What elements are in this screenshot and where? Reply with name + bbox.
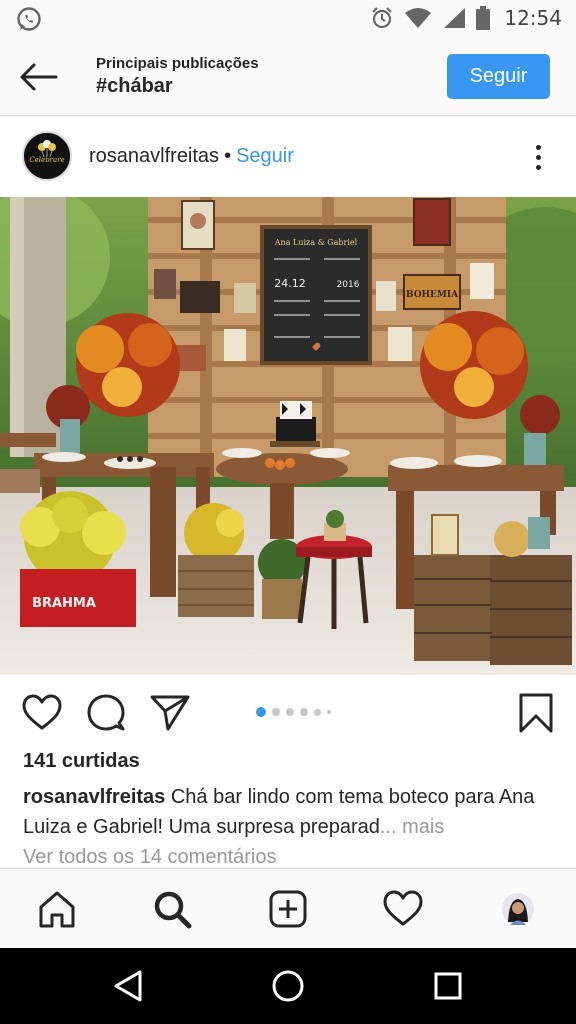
more-dot xyxy=(535,154,541,160)
tab-home[interactable] xyxy=(35,887,79,931)
carousel-dot xyxy=(286,708,294,716)
heart-icon xyxy=(22,694,62,730)
profile-avatar xyxy=(502,893,534,925)
like-button[interactable] xyxy=(22,693,62,733)
app-header: Principais publicações #chábar Seguir xyxy=(0,38,576,116)
post-photo[interactable]: Ana Luiza & Gabriel 24.12 2016 BOHEMIA B… xyxy=(0,197,576,675)
activity-heart-icon xyxy=(383,890,423,926)
carousel-dot xyxy=(327,710,331,714)
post-username[interactable]: rosanavlfreitas xyxy=(89,145,219,168)
post-header: Celebrare rosanavlfreitas • Seguir xyxy=(0,117,576,197)
avatar-logo-text: Celebrare xyxy=(29,156,65,164)
comment-bubble-icon xyxy=(87,694,125,731)
recents-square-icon xyxy=(434,972,462,1000)
save-button[interactable] xyxy=(516,693,556,733)
home-circle-icon xyxy=(272,970,304,1002)
back-triangle-icon xyxy=(114,970,142,1002)
post-actions xyxy=(0,675,576,747)
more-dot xyxy=(535,144,541,150)
carousel-dot xyxy=(300,708,308,716)
carousel-dot xyxy=(272,708,280,716)
hashtag-title: #chábar xyxy=(96,75,173,97)
follow-user-link[interactable]: Seguir xyxy=(236,145,294,168)
more-dot xyxy=(535,164,541,170)
carousel-dot xyxy=(314,708,321,716)
separator-dot: • xyxy=(224,145,232,167)
wifi-icon xyxy=(405,8,432,28)
chalkboard-year: 2016 xyxy=(337,280,360,290)
bookmark-icon xyxy=(519,693,553,733)
chalkboard-title: Ana Luiza & Gabriel xyxy=(274,238,358,247)
back-button[interactable] xyxy=(16,58,60,96)
user-avatar[interactable]: Celebrare xyxy=(22,131,72,181)
system-nav-bar xyxy=(0,948,576,1024)
signal-icon xyxy=(444,8,466,28)
party-table-illustration: Ana Luiza & Gabriel 24.12 2016 BOHEMIA B… xyxy=(0,197,576,675)
whatsapp-icon xyxy=(17,7,41,31)
carousel-indicator xyxy=(256,707,331,717)
caption-username[interactable]: rosanavlfreitas xyxy=(23,786,165,808)
nav-home-button[interactable] xyxy=(266,966,310,1006)
bottom-tab-bar xyxy=(0,868,576,948)
chalkboard-date: 24.12 xyxy=(274,277,306,290)
header-subtitle: Principais publicações xyxy=(96,55,259,72)
tab-search[interactable] xyxy=(150,887,194,931)
status-right: 12:54 xyxy=(370,6,562,30)
likes-count[interactable]: 141 curtidas xyxy=(23,750,140,773)
view-comments-link[interactable]: Ver todos os 14 comentários xyxy=(23,846,276,869)
status-bar: 12:54 xyxy=(0,0,576,38)
post-user-line: rosanavlfreitas • Seguir xyxy=(89,145,294,168)
share-button[interactable] xyxy=(150,693,190,733)
follow-hashtag-button[interactable]: Seguir xyxy=(447,54,550,99)
header-titles: Principais publicações #chábar xyxy=(96,55,259,98)
alarm-icon xyxy=(372,7,393,29)
nav-recents-button[interactable] xyxy=(426,966,470,1006)
tab-new-post[interactable] xyxy=(266,887,310,931)
search-icon xyxy=(154,891,192,929)
brahma-crate-text: BRAHMA xyxy=(32,596,96,611)
add-post-icon xyxy=(269,890,307,928)
arrow-left-icon xyxy=(20,63,58,91)
more-options-button[interactable] xyxy=(524,139,552,175)
carousel-dot xyxy=(256,707,266,717)
tab-activity[interactable] xyxy=(381,887,425,931)
status-left xyxy=(16,6,42,37)
nav-back-button[interactable] xyxy=(106,966,150,1006)
caption-more-link[interactable]: ... mais xyxy=(380,816,444,838)
status-time: 12:54 xyxy=(504,6,562,30)
battery-icon xyxy=(476,6,491,30)
bohemia-sign-text: BOHEMIA xyxy=(406,290,459,300)
home-icon xyxy=(39,891,75,928)
paper-plane-icon xyxy=(150,695,190,731)
tab-profile[interactable] xyxy=(496,887,540,931)
post-caption: rosanavlfreitas Chá bar lindo com tema b… xyxy=(23,782,563,842)
comment-button[interactable] xyxy=(86,693,126,733)
